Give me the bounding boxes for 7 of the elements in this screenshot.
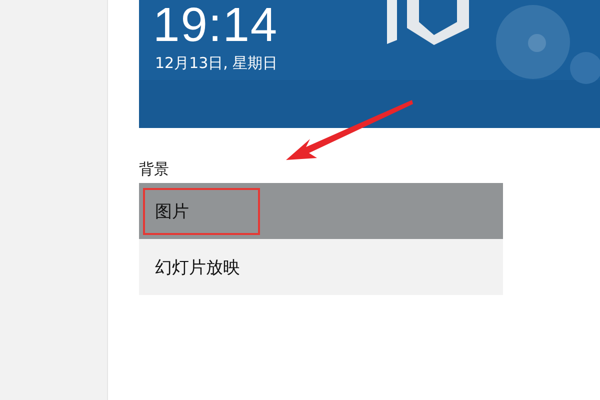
option-label: 图片 — [155, 200, 189, 222]
dropdown-option[interactable]: 幻灯片放映 — [139, 239, 503, 295]
clock-date: 12月13日, 星期日 — [155, 54, 279, 73]
clock-time: 19:14 — [153, 2, 280, 50]
dropdown-option[interactable]: 图片 — [139, 183, 503, 239]
background-label: 背景 — [139, 159, 170, 180]
option-label: 幻灯片放映 — [155, 256, 240, 278]
